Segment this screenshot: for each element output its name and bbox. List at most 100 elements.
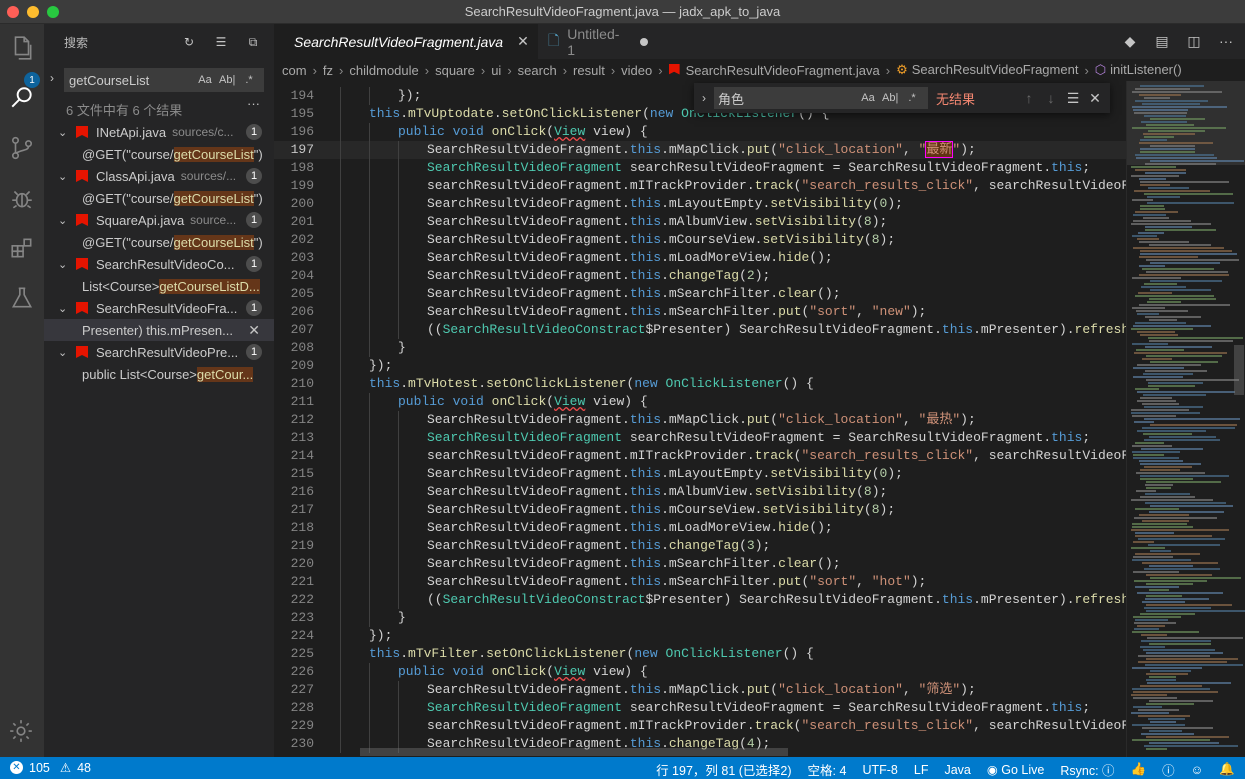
code-line[interactable]: 207 ((SearchResultVideoConstract$Presente… — [274, 321, 1126, 339]
split-editor-icon[interactable]: ◫ — [1185, 32, 1203, 50]
code-line[interactable]: 228 SearchResultVideoFragment searchResul… — [274, 699, 1126, 717]
close-find-icon[interactable]: ✕ — [1084, 90, 1106, 107]
chevron-down-icon[interactable]: ⌄ — [58, 170, 72, 183]
clear-results-icon[interactable]: ☰ — [212, 33, 230, 51]
horizontal-scrollbar[interactable] — [360, 748, 788, 756]
feedback-smiley-icon[interactable]: ☺ — [1191, 763, 1204, 777]
breadcrumb-item[interactable]: ⚙ SearchResultVideoFragment — [896, 62, 1078, 78]
code-line[interactable]: 198 SearchResultVideoFragment searchResul… — [274, 159, 1126, 177]
go-live-button[interactable]: ◉ Go Live — [987, 762, 1044, 777]
close-window-button[interactable] — [7, 6, 19, 18]
source-control-icon[interactable] — [8, 134, 36, 162]
breadcrumb-item[interactable]: search — [518, 63, 557, 78]
code-line[interactable]: 205 SearchResultVideoFragment.this.mSearc… — [274, 285, 1126, 303]
git-compare-icon[interactable]: ◆ — [1121, 32, 1139, 50]
regex-option[interactable]: .* — [241, 74, 257, 86]
chevron-down-icon[interactable]: ⌄ — [58, 346, 72, 359]
dismiss-result-icon[interactable]: ✕ — [248, 322, 260, 339]
chevron-down-icon[interactable]: ⌄ — [58, 258, 72, 271]
code-line[interactable]: 211 public void onClick(View view) { — [274, 393, 1126, 411]
unsaved-dot-icon[interactable] — [640, 37, 648, 46]
language-mode[interactable]: Java — [944, 763, 970, 777]
more-actions-icon[interactable]: ··· — [1217, 32, 1235, 50]
breadcrumb-item[interactable]: SearchResultVideoFragment.java — [668, 63, 880, 78]
code-line[interactable]: 229 searchResultVideoFragment.mITrackProv… — [274, 717, 1126, 735]
whole-word-option[interactable]: Ab| — [882, 92, 898, 104]
chevron-down-icon[interactable]: ⌄ — [58, 214, 72, 227]
breadcrumb-item[interactable]: childmodule — [349, 63, 418, 78]
thumbs-up-icon[interactable]: 👍 — [1131, 762, 1147, 777]
tab-searchresultvideofragment[interactable]: SearchResultVideoFragment.java ✕ — [274, 24, 538, 59]
more-actions-icon[interactable]: ··· — [247, 96, 260, 111]
search-result-file[interactable]: ⌄ ClassApi.java sources/... 1 — [44, 165, 274, 187]
open-preview-icon[interactable]: ▤ — [1153, 32, 1171, 50]
previous-match-icon[interactable]: ↑ — [1018, 90, 1040, 106]
code-line[interactable]: 216 SearchResultVideoFragment.this.mAlbum… — [274, 483, 1126, 501]
code-line[interactable]: 213 SearchResultVideoFragment searchResul… — [274, 429, 1126, 447]
code-line[interactable]: 226 public void onClick(View view) { — [274, 663, 1126, 681]
search-result-match[interactable]: public List<Course> getCour... — [44, 363, 274, 385]
search-result-match[interactable]: @GET("course/getCourseList ") — [44, 231, 274, 253]
problems-indicator[interactable]: ✕ 105 ⚠ 48 — [10, 760, 91, 775]
search-result-file[interactable]: ⌄ INetApi.java sources/c... 1 — [44, 121, 274, 143]
search-result-match[interactable]: Presenter) this.mPresen... ✕ — [44, 319, 274, 341]
info-icon[interactable]: ⓘ — [1162, 760, 1175, 779]
code-line[interactable]: 220 SearchResultVideoFragment.this.mSearc… — [274, 555, 1126, 573]
breadcrumb-item[interactable]: square — [435, 63, 475, 78]
search-result-match[interactable]: @GET("course/getCourseList ") — [44, 187, 274, 209]
code-line[interactable]: 209}); — [274, 357, 1126, 375]
rsync-status[interactable]: Rsync: ⓘ — [1060, 760, 1114, 779]
search-result-file[interactable]: ⌄ SquareApi.java source... 1 — [44, 209, 274, 231]
code-line[interactable]: 212 SearchResultVideoFragment.this.mMapCl… — [274, 411, 1126, 429]
code-editor[interactable]: 194}); 195 this.mTvUptodate.setOnClickList… — [274, 81, 1126, 757]
testing-icon[interactable] — [8, 284, 36, 312]
code-line[interactable]: 217 SearchResultVideoFragment.this.mCours… — [274, 501, 1126, 519]
chevron-down-icon[interactable]: ⌄ — [58, 126, 72, 139]
search-result-match[interactable]: @GET("course/getCourseList ") — [44, 143, 274, 165]
breadcrumb-item[interactable]: result — [573, 63, 605, 78]
find-input[interactable] — [714, 90, 860, 106]
indentation[interactable]: 空格: 4 — [808, 760, 847, 779]
match-case-option[interactable]: Aa — [860, 92, 876, 104]
close-tab-icon[interactable]: ✕ — [517, 33, 529, 50]
code-line[interactable]: 208} — [274, 339, 1126, 357]
code-line[interactable]: 201 SearchResultVideoFragment.this.mAlbum… — [274, 213, 1126, 231]
code-line[interactable]: 197 SearchResultVideoFragment.this.mMapCl… — [274, 141, 1126, 159]
find-in-selection-icon[interactable]: ☰ — [1062, 90, 1084, 107]
code-line[interactable]: 222 ((SearchResultVideoConstract$Presente… — [274, 591, 1126, 609]
vertical-scrollbar[interactable] — [1234, 345, 1244, 395]
toggle-replace-chevron-icon[interactable]: › — [50, 71, 54, 85]
code-line[interactable]: 199 searchResultVideoFragment.mITrackProv… — [274, 177, 1126, 195]
code-line[interactable]: 206 SearchResultVideoFragment.this.mSearc… — [274, 303, 1126, 321]
chevron-down-icon[interactable]: ⌄ — [58, 302, 72, 315]
code-line[interactable]: 200 SearchResultVideoFragment.this.mLayou… — [274, 195, 1126, 213]
encoding[interactable]: UTF-8 — [862, 763, 897, 777]
breadcrumb-item[interactable]: com — [282, 63, 307, 78]
code-line[interactable]: 223} — [274, 609, 1126, 627]
regex-option[interactable]: .* — [904, 92, 920, 104]
tab-untitled-1[interactable]: 🗋 Untitled-1 — [538, 24, 658, 59]
breadcrumb-item[interactable]: video — [621, 63, 652, 78]
maximize-window-button[interactable] — [47, 6, 59, 18]
code-line[interactable]: 218 SearchResultVideoFragment.this.mLoadM… — [274, 519, 1126, 537]
collapse-all-icon[interactable]: ⧉ — [244, 33, 262, 51]
extensions-icon[interactable] — [8, 234, 36, 262]
breadcrumb-item[interactable]: ui — [491, 63, 501, 78]
search-input[interactable] — [65, 72, 193, 88]
minimap[interactable] — [1126, 81, 1245, 757]
code-line[interactable]: 221 SearchResultVideoFragment.this.mSearc… — [274, 573, 1126, 591]
search-result-file[interactable]: ⌄ SearchResultVideoPre... 1 — [44, 341, 274, 363]
search-icon[interactable] — [8, 84, 36, 112]
refresh-icon[interactable]: ↻ — [180, 33, 198, 51]
whole-word-option[interactable]: Ab| — [219, 74, 235, 86]
code-line[interactable]: 215 SearchResultVideoFragment.this.mLayou… — [274, 465, 1126, 483]
search-result-file[interactable]: ⌄ SearchResultVideoFra... 1 — [44, 297, 274, 319]
next-match-icon[interactable]: ↓ — [1040, 90, 1062, 106]
notifications-bell-icon[interactable]: 🔔 — [1219, 762, 1235, 777]
code-line[interactable]: 224}); — [274, 627, 1126, 645]
code-line[interactable]: 210 this.mTvHotest.setOnClickListener(new… — [274, 375, 1126, 393]
settings-gear-icon[interactable] — [8, 718, 36, 746]
code-line[interactable]: 196 public void onClick(View view) { — [274, 123, 1126, 141]
match-case-option[interactable]: Aa — [197, 74, 213, 86]
breadcrumb-item[interactable]: ⬡ initListener() — [1095, 62, 1182, 78]
